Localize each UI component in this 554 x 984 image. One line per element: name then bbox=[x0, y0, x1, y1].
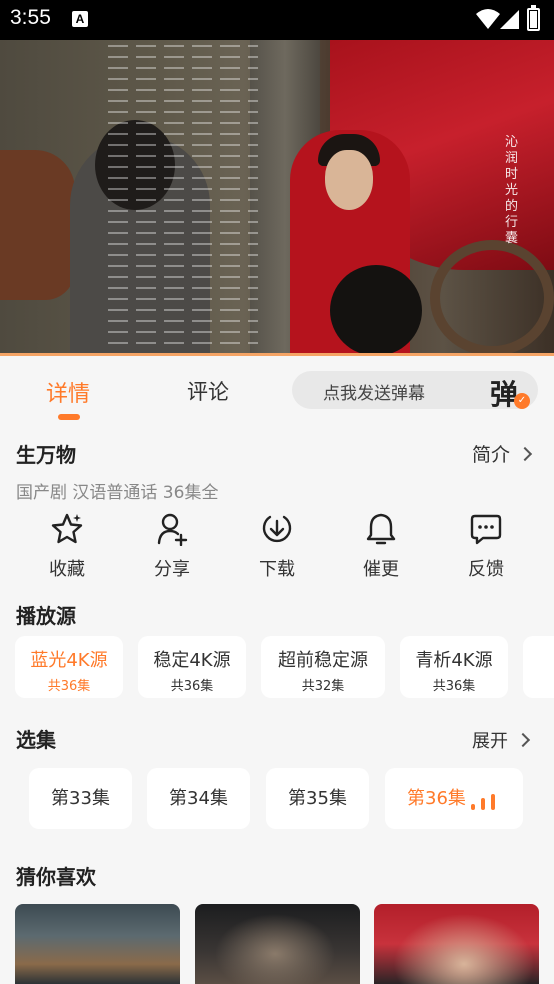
star-icon bbox=[51, 513, 83, 544]
source-count: 共36集 bbox=[47, 679, 91, 694]
video-credits-roll bbox=[108, 40, 258, 356]
bell-icon bbox=[366, 513, 396, 545]
source-name: 青析4K源 bbox=[415, 650, 493, 671]
status-time: 3:55 bbox=[10, 6, 51, 29]
battery-icon bbox=[527, 5, 540, 31]
source-name: 稳定4K源 bbox=[153, 650, 231, 671]
episodes-heading: 选集 bbox=[16, 728, 56, 752]
signal-icon bbox=[500, 10, 519, 29]
feedback-button[interactable]: 反馈 bbox=[451, 512, 521, 581]
feedback-label: 反馈 bbox=[468, 559, 504, 580]
episode-item[interactable]: 第35集 bbox=[266, 768, 369, 829]
source-name: 蓝光4K源 bbox=[30, 650, 108, 671]
expand-label: 展开 bbox=[472, 731, 508, 752]
add-person-icon bbox=[157, 513, 188, 546]
detail-panel: 详情 评论 点我发送弹幕 弹 ✓ 生万物 简介 国产剧 汉语普通话 36集全 收… bbox=[0, 356, 554, 984]
tab-active-indicator bbox=[58, 414, 80, 420]
danmu-enabled-check-icon: ✓ bbox=[514, 393, 530, 409]
video-scene-cart-wheel bbox=[430, 240, 554, 356]
video-scene-child-head bbox=[330, 265, 422, 356]
source-item[interactable]: 超前稳定源 共32集 bbox=[261, 636, 385, 698]
source-item[interactable]: 蓝光4K源 共36集 bbox=[15, 636, 123, 698]
chevron-right-icon bbox=[517, 446, 533, 462]
tab-comments[interactable]: 评论 bbox=[187, 376, 229, 406]
video-scene-woman-face bbox=[325, 150, 373, 210]
video-player[interactable]: 沁润时光的行囊 bbox=[0, 40, 554, 356]
urge-update-button[interactable]: 催更 bbox=[346, 512, 416, 581]
action-row: 收藏 分享 下载 催更 反馈 bbox=[0, 512, 554, 582]
favorite-button[interactable]: 收藏 bbox=[32, 512, 102, 581]
urge-update-label: 催更 bbox=[363, 559, 399, 580]
video-vertical-text: 沁润时光的行囊 bbox=[505, 135, 519, 246]
now-playing-icon bbox=[471, 794, 497, 810]
source-item-partial[interactable] bbox=[523, 636, 554, 698]
danmu-placeholder: 点我发送弹幕 bbox=[323, 384, 425, 404]
share-button[interactable]: 分享 bbox=[137, 512, 207, 581]
source-item[interactable]: 稳定4K源 共36集 bbox=[138, 636, 246, 698]
download-icon bbox=[262, 515, 292, 543]
download-button[interactable]: 下载 bbox=[242, 512, 312, 581]
feedback-chat-icon bbox=[470, 514, 502, 545]
recommendation-poster[interactable] bbox=[15, 904, 180, 984]
favorite-label: 收藏 bbox=[49, 559, 85, 580]
episode-item-current[interactable]: 第36集 bbox=[385, 768, 523, 829]
download-label: 下载 bbox=[259, 559, 295, 580]
source-count: 共36集 bbox=[170, 679, 214, 694]
wifi-icon bbox=[476, 9, 500, 29]
episode-label: 第36集 bbox=[407, 788, 466, 809]
status-bar: 3:55 A bbox=[0, 0, 554, 40]
source-count: 共32集 bbox=[301, 679, 345, 694]
show-title: 生万物 bbox=[16, 443, 76, 467]
expand-episodes-link[interactable]: 展开 bbox=[472, 727, 531, 753]
recommendation-poster[interactable] bbox=[195, 904, 360, 984]
video-scene-horse bbox=[0, 150, 75, 300]
source-item[interactable]: 青析4K源 共36集 bbox=[400, 636, 508, 698]
recommendation-poster[interactable] bbox=[374, 904, 539, 984]
source-name: 超前稳定源 bbox=[278, 650, 368, 671]
recommendations-heading: 猜你喜欢 bbox=[16, 865, 96, 889]
show-meta: 国产剧 汉语普通话 36集全 bbox=[16, 483, 219, 503]
intro-link[interactable]: 简介 bbox=[471, 440, 533, 467]
share-label: 分享 bbox=[154, 559, 190, 580]
notification-a-icon: A bbox=[72, 11, 88, 27]
episode-item[interactable]: 第34集 bbox=[147, 768, 250, 829]
sources-heading: 播放源 bbox=[16, 604, 76, 628]
intro-label: 简介 bbox=[471, 444, 510, 466]
tab-details[interactable]: 详情 bbox=[46, 376, 90, 408]
episode-item[interactable]: 第33集 bbox=[29, 768, 132, 829]
danmu-input[interactable]: 点我发送弹幕 弹 ✓ bbox=[292, 371, 538, 411]
source-count: 共36集 bbox=[432, 679, 476, 694]
chevron-right-icon bbox=[515, 732, 531, 748]
danmu-toggle-icon[interactable]: 弹 bbox=[490, 373, 518, 413]
